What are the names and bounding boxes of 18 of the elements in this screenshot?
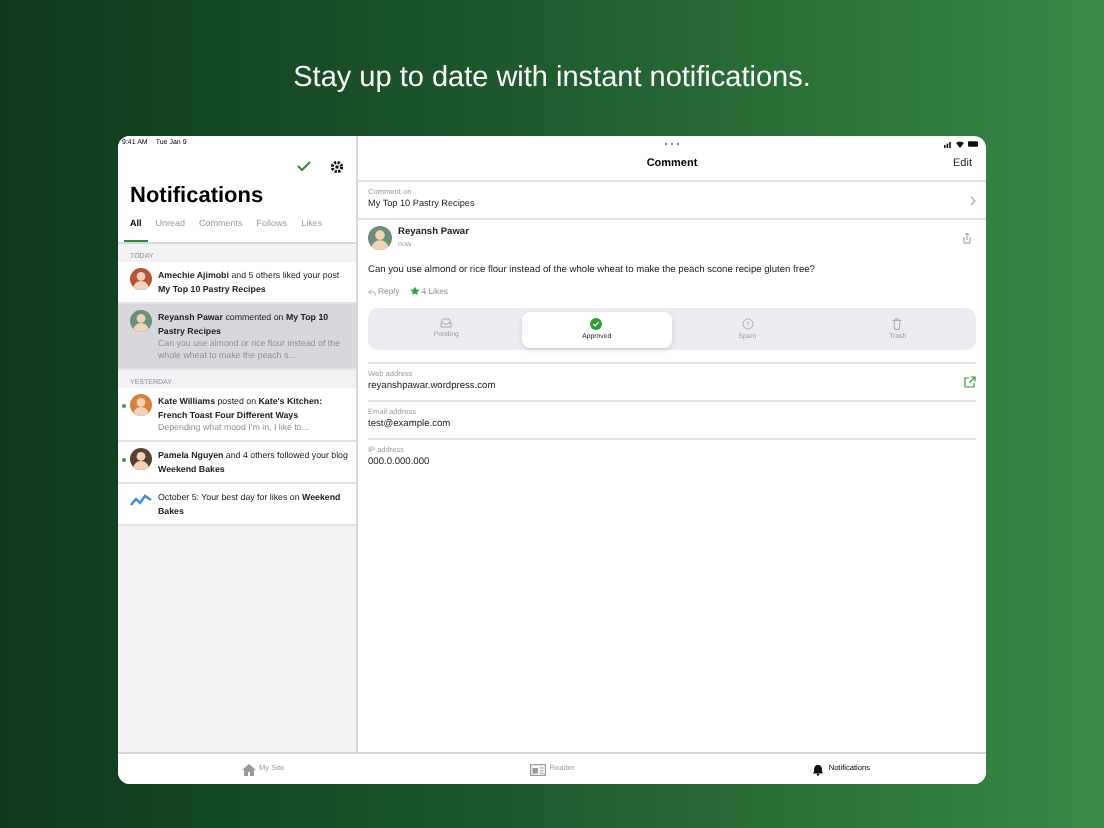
inbox-icon (440, 318, 453, 328)
trash-icon (892, 317, 903, 329)
check-circle-icon (590, 317, 603, 329)
settings-icon (330, 159, 344, 173)
external-link-icon (964, 376, 976, 389)
share-icon (962, 232, 972, 245)
bell-icon (812, 763, 825, 775)
sidebar-title: Notifications (128, 182, 266, 210)
newspaper-icon (529, 763, 546, 775)
home-icon (241, 763, 255, 775)
headline: Stay up to date with instant notifications. (293, 60, 811, 98)
chevron-right-icon (970, 195, 976, 205)
checkmark-icon (296, 160, 312, 172)
exclamation-circle-icon (741, 317, 754, 329)
star-icon (409, 286, 420, 297)
status-icons-drawing (944, 139, 980, 147)
reply-arrow-icon (368, 287, 376, 296)
avatar (368, 226, 392, 251)
